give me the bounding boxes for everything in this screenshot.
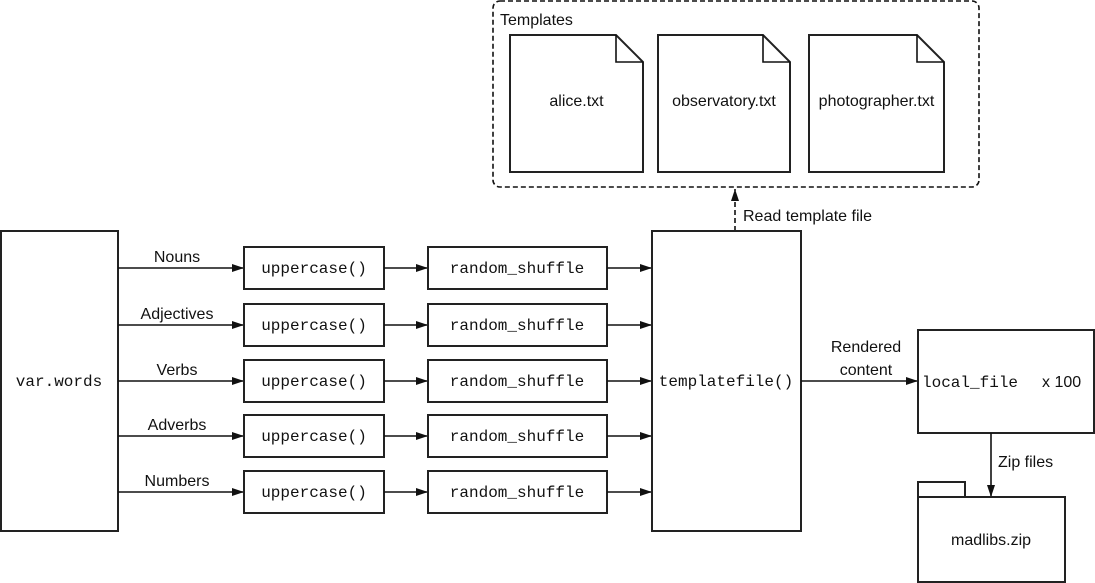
- read-template-label: Read template file: [743, 208, 872, 225]
- template-file: alice.txt: [509, 34, 644, 173]
- template-file: photographer.txt: [808, 34, 945, 173]
- template-file: observatory.txt: [657, 34, 791, 173]
- uppercase-label: uppercase(): [261, 373, 367, 391]
- category-label: Adverbs: [148, 417, 207, 434]
- category-label: Adjectives: [141, 306, 214, 323]
- word-pipeline-row: Numbers uppercase() random_shuffle: [118, 470, 652, 514]
- template-file-name: alice.txt: [549, 93, 604, 110]
- random-shuffle-label: random_shuffle: [450, 428, 584, 446]
- category-label: Verbs: [157, 362, 198, 379]
- category-label: Numbers: [145, 473, 210, 490]
- word-pipeline-row: Adjectives uppercase() random_shuffle: [118, 303, 652, 347]
- local-file-count: x 100: [1042, 374, 1081, 391]
- uppercase-label: uppercase(): [261, 317, 367, 335]
- uppercase-label: uppercase(): [261, 260, 367, 278]
- word-pipeline-row: Nouns uppercase() random_shuffle: [118, 246, 652, 290]
- templates-group: Templates alice.txt observatory.txt photog…: [492, 0, 980, 188]
- local-file-code: local_file: [922, 374, 1018, 392]
- word-pipeline-row: Adverbs uppercase() random_shuffle: [118, 414, 652, 458]
- random-shuffle-label: random_shuffle: [450, 317, 584, 335]
- rendered-label-line2: content: [840, 362, 893, 379]
- random-shuffle-label: random_shuffle: [450, 260, 584, 278]
- templatefile-label: templatefile(): [659, 373, 793, 391]
- template-file-name: observatory.txt: [672, 93, 776, 110]
- var-words-label: var.words: [16, 373, 102, 391]
- category-label: Nouns: [154, 249, 200, 266]
- archive-label: madlibs.zip: [951, 532, 1031, 549]
- random-shuffle-label: random_shuffle: [450, 373, 584, 391]
- template-file-name: photographer.txt: [819, 93, 935, 110]
- random-shuffle-label: random_shuffle: [450, 484, 584, 502]
- rendered-label-line1: Rendered: [831, 339, 901, 356]
- uppercase-label: uppercase(): [261, 484, 367, 502]
- uppercase-label: uppercase(): [261, 428, 367, 446]
- templates-title: Templates: [500, 12, 573, 29]
- word-pipeline-row: Verbs uppercase() random_shuffle: [118, 359, 652, 403]
- zip-files-label: Zip files: [998, 454, 1053, 471]
- diagram: Templates alice.txt observatory.txt photog…: [0, 0, 1095, 583]
